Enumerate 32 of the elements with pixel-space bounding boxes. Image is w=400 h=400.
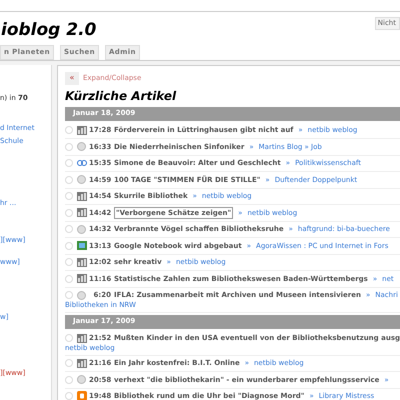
read-marker-icon[interactable]: [64, 142, 73, 151]
dot-icon: [76, 290, 86, 300]
read-marker-icon[interactable]: [64, 334, 73, 342]
globe-icon: [76, 241, 87, 250]
link-icon: [76, 160, 87, 166]
read-marker-icon[interactable]: [64, 159, 73, 168]
feed-icon: [76, 274, 87, 284]
read-marker-icon[interactable]: [64, 392, 73, 400]
dot-icon: [76, 224, 86, 234]
read-marker-icon[interactable]: [64, 376, 73, 384]
feed-icon: [76, 334, 87, 343]
read-marker-icon[interactable]: [64, 242, 73, 250]
dot-icon: [76, 175, 86, 184]
feed-icon: [76, 258, 87, 267]
read-marker-icon[interactable]: [64, 291, 73, 300]
read-marker-icon[interactable]: [64, 192, 73, 200]
feed-icon: [76, 192, 87, 201]
read-marker-icon[interactable]: [64, 225, 73, 234]
read-marker-icon[interactable]: [64, 208, 73, 217]
read-marker-icon[interactable]: [64, 359, 73, 368]
dot-icon: [76, 142, 86, 152]
read-marker-icon[interactable]: [64, 176, 73, 184]
section-heading: Kürzliche Artikel: [64, 88, 178, 104]
read-marker-icon[interactable]: [64, 258, 73, 266]
collapse-button[interactable]: «: [64, 72, 79, 84]
feed-icon: [76, 358, 87, 368]
read-marker-icon[interactable]: [64, 274, 73, 283]
feed-icon: [76, 208, 87, 218]
read-marker-icon[interactable]: [64, 126, 73, 134]
dot-icon: [76, 375, 86, 384]
feed-icon: [76, 126, 87, 135]
site-title: ioblog 2.0: [1, 22, 96, 39]
